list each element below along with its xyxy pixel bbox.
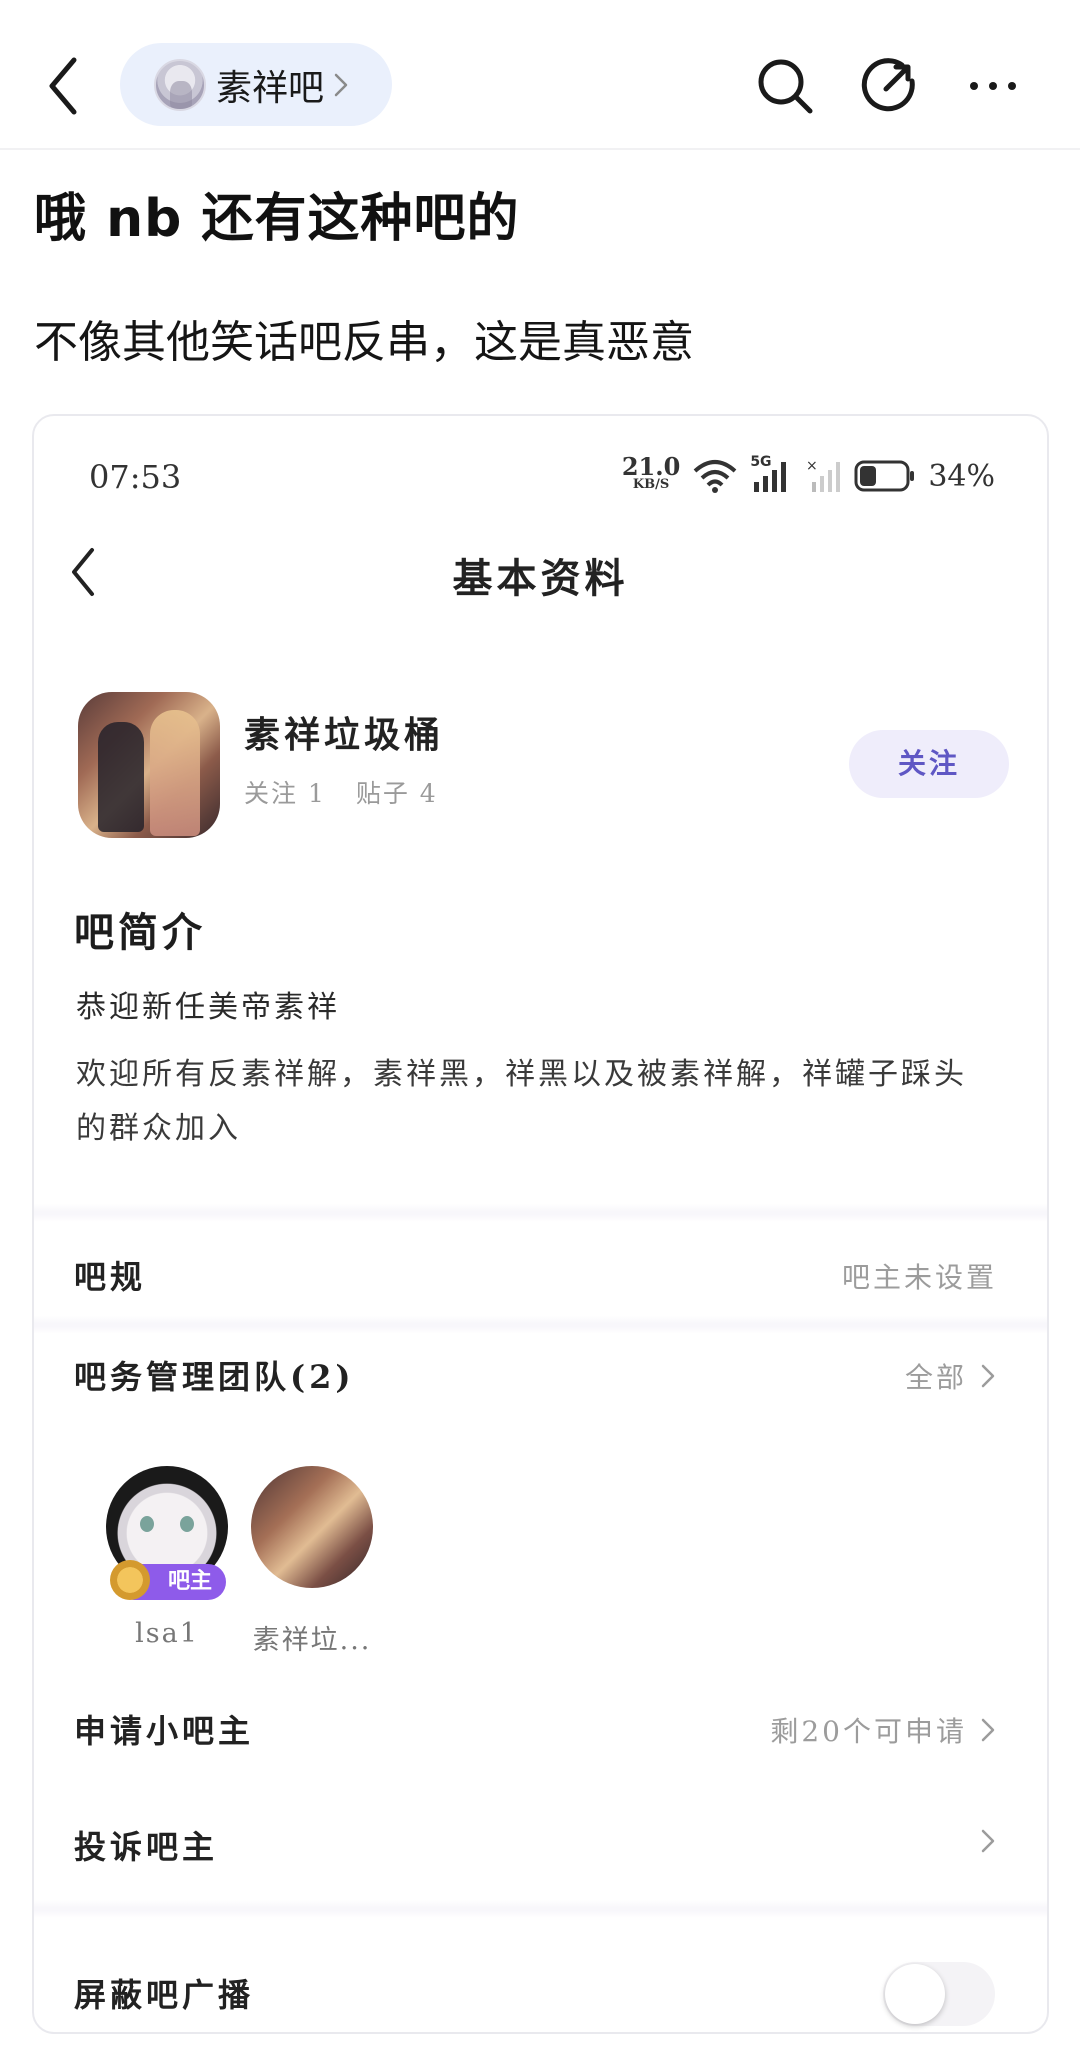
- wifi-icon: [693, 460, 737, 493]
- back-arrow-icon[interactable]: [40, 52, 90, 120]
- section-divider: [34, 1316, 1047, 1334]
- follow-button[interactable]: 关注: [849, 730, 1009, 798]
- forum-stats: 关注 1 贴子 4: [244, 774, 438, 810]
- block-broadcast-label: 屏蔽吧广播: [74, 1976, 255, 2014]
- admin-name: 素祥垃...: [252, 1625, 372, 1656]
- apply-value: 剩20个可申请: [770, 1710, 997, 1750]
- admin-member[interactable]: 素祥垃...: [237, 1466, 387, 1657]
- status-indicators: 21.0 KB/S 5G × 34%: [621, 452, 995, 496]
- section-divider: [34, 1900, 1047, 1918]
- intro-description: 欢迎所有反素祥解，素祥黑，祥黑以及被素祥解，祥罐子踩头的群众加入: [76, 1057, 967, 1146]
- chevron-right-icon: [334, 73, 348, 96]
- admin-name: lsa1: [135, 1618, 199, 1649]
- chevron-right-icon: [981, 1718, 995, 1742]
- share-icon[interactable]: [858, 55, 920, 117]
- post-body: 不像其他笑话吧反串，这是真恶意: [34, 317, 694, 368]
- rules-label: 吧规: [74, 1258, 147, 1296]
- section-divider: [34, 1204, 1047, 1222]
- team-all-link[interactable]: 全部: [905, 1356, 997, 1396]
- forum-title: 素祥垃圾桶: [244, 714, 445, 756]
- intro-motto: 恭迎新任美帝素祥: [76, 990, 340, 1025]
- intro-heading: 吧简介: [74, 909, 206, 956]
- forum-pill-button[interactable]: 素祥吧: [120, 43, 392, 126]
- forum-avatar: [78, 692, 220, 838]
- chevron-right-icon: [981, 1829, 995, 1853]
- avatar: [251, 1466, 373, 1588]
- more-icon[interactable]: [962, 55, 1024, 117]
- forum-name: 素祥吧: [216, 67, 325, 109]
- follow-count: 关注 1: [244, 779, 326, 808]
- post-title: 哦 nb 还有这种吧的: [34, 189, 520, 249]
- rules-value: 吧主未设置: [841, 1261, 997, 1294]
- battery-percent: 34%: [928, 458, 995, 494]
- post-count: 贴子 4: [355, 779, 438, 808]
- net-speed: 21.0 KB/S: [621, 452, 681, 493]
- avatar: 吧主: [106, 1466, 228, 1600]
- forum-avatar: [154, 58, 206, 111]
- complain-label: 投诉吧主: [74, 1828, 219, 1866]
- block-broadcast-toggle[interactable]: [883, 1962, 995, 2026]
- signal-weak-icon: ×: [806, 458, 841, 492]
- chevron-right-icon: [981, 1364, 995, 1388]
- search-icon[interactable]: [754, 55, 816, 117]
- apply-label: 申请小吧主: [74, 1712, 255, 1750]
- complain-chevron: [979, 1826, 997, 1856]
- status-time: 07:53: [89, 458, 182, 496]
- svg-text:×: ×: [806, 458, 818, 474]
- owner-badge: 吧主: [110, 1560, 226, 1600]
- toggle-knob: [885, 1964, 945, 2024]
- post-image-screenshot[interactable]: 07:53 21.0 KB/S 5G × 34% 基本资料 素祥垃圾桶 关注 1…: [32, 414, 1049, 2034]
- team-label: 吧务管理团队(2): [74, 1358, 355, 1396]
- page-title: 基本资料: [452, 555, 629, 602]
- battery-icon: [854, 460, 915, 492]
- admin-member[interactable]: 吧主 lsa1: [92, 1466, 242, 1649]
- top-app-bar: 素祥吧: [0, 0, 1080, 150]
- signal-icon: 5G: [750, 454, 794, 494]
